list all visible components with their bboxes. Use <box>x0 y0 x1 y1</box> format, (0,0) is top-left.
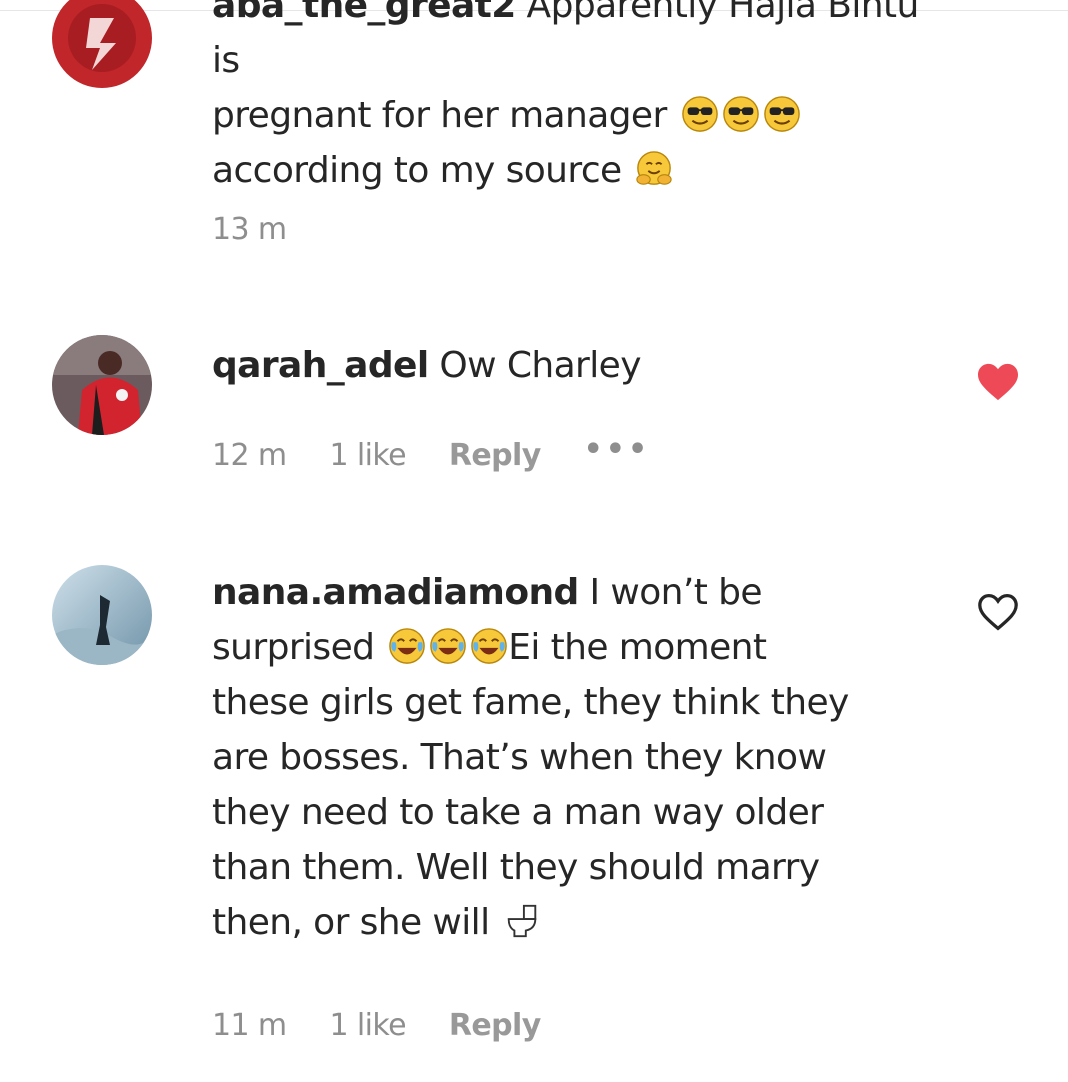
comment-text-line: than them. Well they should marry <box>212 847 820 888</box>
comment-meta: 12 m 1 like Reply ••• <box>212 432 684 473</box>
avatar-image <box>52 565 152 665</box>
comment-text: aba_the_great2 Apparently Hajia Bintu is… <box>212 0 952 198</box>
comment-timestamp[interactable]: 12 m <box>212 438 287 473</box>
comment-body: qarah_adel Ow Charley <box>212 338 952 393</box>
tears-of-joy-icon <box>389 628 426 664</box>
tears-of-joy-icon <box>471 628 508 664</box>
avatar[interactable] <box>52 335 152 435</box>
comment-text-line: pregnant for her manager <box>212 95 667 136</box>
sunglasses-face-icon <box>681 96 718 132</box>
comment-username[interactable]: aba_the_great2 <box>212 0 516 26</box>
comment-text-line: Ow Charley <box>439 345 641 386</box>
reply-button[interactable]: Reply <box>449 1008 541 1043</box>
sunglasses-face-icon <box>722 96 759 132</box>
comment-text-line: Ei the moment <box>508 627 767 668</box>
heart-outline-icon[interactable] <box>976 592 1020 632</box>
comment-text-line: are bosses. That’s when they know <box>212 737 827 778</box>
hugging-face-icon <box>636 151 673 185</box>
avatar-image <box>52 335 152 435</box>
avatar[interactable] <box>52 0 152 88</box>
toilet-icon <box>508 904 537 938</box>
like-count[interactable]: 1 like <box>329 1008 406 1043</box>
reply-button[interactable]: Reply <box>449 438 541 473</box>
sunglasses-face-icon <box>763 96 800 132</box>
comment-username[interactable]: nana.amadiamond <box>212 572 579 613</box>
comment-text-line: then, or she will <box>212 902 490 943</box>
comment-meta: 11 m 1 like Reply <box>212 1008 575 1043</box>
more-options-icon[interactable]: ••• <box>584 432 651 467</box>
comment-text-line: according to my source <box>212 150 622 191</box>
comment-text-line: they need to take a man way older <box>212 792 824 833</box>
comment-text-line: I won’t be <box>589 572 763 613</box>
comment-text: nana.amadiamond I won’t be surprised Ei … <box>212 565 952 950</box>
comment-body: nana.amadiamond I won’t be surprised Ei … <box>212 565 952 950</box>
avatar-image <box>52 0 152 88</box>
comment-text-line: surprised <box>212 627 375 668</box>
avatar[interactable] <box>52 565 152 665</box>
comment-body: aba_the_great2 Apparently Hajia Bintu is… <box>212 0 952 198</box>
heart-icon[interactable] <box>976 362 1020 402</box>
comment-meta: 13 m <box>212 212 321 247</box>
comment-timestamp[interactable]: 11 m <box>212 1008 287 1043</box>
comment-timestamp[interactable]: 13 m <box>212 212 287 247</box>
tears-of-joy-icon <box>430 628 467 664</box>
comment-text: qarah_adel Ow Charley <box>212 338 952 393</box>
like-count[interactable]: 1 like <box>329 438 406 473</box>
comment-text-line: these girls get fame, they think they <box>212 682 849 723</box>
comment-username[interactable]: qarah_adel <box>212 345 429 386</box>
